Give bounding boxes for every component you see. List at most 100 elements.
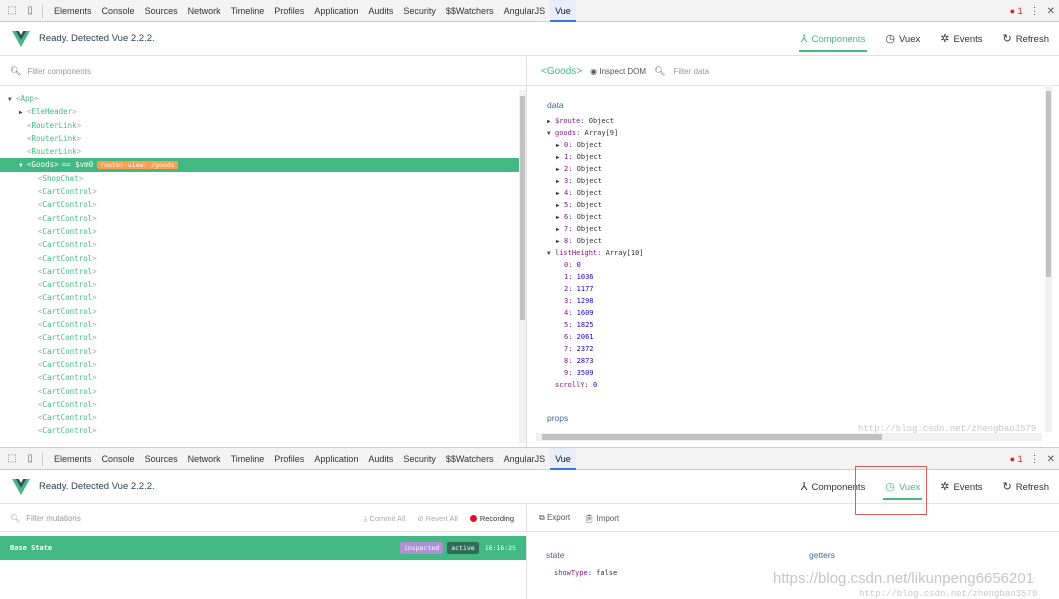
tab-angularjs[interactable]: AngularJS	[499, 0, 551, 22]
tab-vue[interactable]: Vue	[550, 448, 576, 470]
nav-vuex[interactable]: ◷ Vuex	[875, 22, 930, 56]
data-entry[interactable]: ▶ 7: Object	[547, 223, 1059, 235]
tab-profiles[interactable]: Profiles	[269, 448, 309, 470]
nav-events[interactable]: ✲ Events	[930, 22, 992, 56]
tab-console[interactable]: Console	[97, 0, 140, 22]
nav-events[interactable]: ✲ Events	[930, 470, 992, 504]
inspector-hscrollbar[interactable]	[536, 433, 1042, 441]
data-entry[interactable]: ▶ 1: Object	[547, 151, 1059, 163]
data-entry[interactable]: ▼ listHeight: Array[10]	[547, 247, 1059, 259]
tab-network[interactable]: Network	[183, 448, 226, 470]
tree-node[interactable]: <CartControl>	[0, 385, 526, 398]
tab-network[interactable]: Network	[183, 0, 226, 22]
triangle-down-icon[interactable]: ▼	[547, 248, 555, 260]
inspector-hscrollbar-thumb[interactable]	[542, 434, 882, 440]
tab-profiles[interactable]: Profiles	[269, 0, 309, 22]
nav-components[interactable]: ⅄ Components	[791, 22, 876, 56]
tab-sources[interactable]: Sources	[140, 0, 183, 22]
tab-watchers[interactable]: $$Watchers	[441, 0, 499, 22]
data-entry[interactable]: ▶ 0: Object	[547, 139, 1059, 151]
inspector-scrollbar[interactable]	[1045, 85, 1052, 432]
commit-all-button[interactable]: ⤓ Commit All	[364, 514, 405, 524]
data-entry[interactable]: ▶ 3: Object	[547, 175, 1059, 187]
tree-node[interactable]: <CartControl>	[0, 265, 526, 278]
tree-scrollbar[interactable]	[519, 90, 526, 443]
tree-node[interactable]: ▼ <App>	[0, 92, 526, 105]
data-entry[interactable]: ▶ 4: Object	[547, 187, 1059, 199]
tree-node[interactable]: <CartControl>	[0, 331, 526, 344]
tree-scrollbar-thumb[interactable]	[520, 96, 525, 320]
data-entry[interactable]: ▼ goods: Array[9]	[547, 127, 1059, 139]
tree-node[interactable]: <RouterLink>	[0, 132, 526, 145]
tree-node[interactable]: <CartControl>	[0, 411, 526, 424]
more-options-icon[interactable]: ⋮	[1030, 454, 1040, 465]
tree-node[interactable]: ▼ <Goods> == $vm0 router-view: /goods	[0, 158, 526, 172]
close-devtools-icon[interactable]: ✕	[1047, 454, 1055, 465]
tree-node[interactable]: <CartControl>	[0, 225, 526, 238]
tree-node[interactable]: <CartControl>	[0, 398, 526, 411]
tab-console[interactable]: Console	[97, 448, 140, 470]
device-toolbar-icon[interactable]: ▯	[24, 5, 36, 17]
base-state-row[interactable]: Base State inspected active 16:16:25	[0, 536, 526, 560]
tab-sources[interactable]: Sources	[140, 448, 183, 470]
tree-node[interactable]: <CartControl>	[0, 252, 526, 265]
tree-node[interactable]: <CartControl>	[0, 371, 526, 384]
data-filter-input[interactable]: Filter data	[674, 67, 710, 76]
inspector-scrollbar-thumb[interactable]	[1046, 91, 1051, 277]
tree-node[interactable]: <CartControl>	[0, 238, 526, 251]
tree-node[interactable]: <RouterLink>	[0, 145, 526, 158]
data-entry[interactable]: ▶ 5: Object	[547, 199, 1059, 211]
tree-node[interactable]: <CartControl>	[0, 212, 526, 225]
more-options-icon[interactable]: ⋮	[1030, 6, 1040, 17]
nav-refresh[interactable]: ↻ Refresh	[993, 470, 1059, 504]
component-filter-input[interactable]: Filter components	[27, 67, 91, 76]
close-devtools-icon[interactable]: ✕	[1047, 6, 1055, 17]
data-entry[interactable]: ▶ 2: Object	[547, 163, 1059, 175]
triangle-down-icon[interactable]: ▼	[8, 93, 16, 106]
tree-node[interactable]: <CartControl>	[0, 185, 526, 198]
error-count-badge[interactable]: ● 1	[1010, 6, 1023, 16]
tab-audits[interactable]: Audits	[363, 0, 398, 22]
tree-node[interactable]: <CartControl>	[0, 345, 526, 358]
tab-angularjs[interactable]: AngularJS	[499, 448, 551, 470]
triangle-down-icon[interactable]: ▼	[19, 159, 27, 172]
tree-node[interactable]: <CartControl>	[0, 305, 526, 318]
triangle-down-icon[interactable]: ▼	[547, 128, 555, 140]
tab-elements[interactable]: Elements	[49, 448, 97, 470]
data-entry[interactable]: ▶ 8: Object	[547, 235, 1059, 247]
tab-vue[interactable]: Vue	[550, 0, 576, 22]
recording-toggle[interactable]: Recording	[469, 514, 514, 523]
tree-node[interactable]: <CartControl>	[0, 198, 526, 211]
tree-node[interactable]: <CartControl>	[0, 278, 526, 291]
error-count-badge[interactable]: ● 1	[1010, 454, 1023, 464]
tab-security[interactable]: Security	[398, 0, 441, 22]
data-separator: :	[568, 345, 577, 353]
tree-node[interactable]: ▶ <EleHeader>	[0, 105, 526, 118]
import-button[interactable]: 📋︎ Import	[584, 514, 619, 523]
export-button[interactable]: ⧉ Export	[539, 513, 570, 523]
triangle-right-icon[interactable]: ▶	[19, 106, 27, 119]
inspect-element-icon[interactable]: ⬚	[6, 453, 18, 465]
tab-application[interactable]: Application	[309, 0, 363, 22]
tree-node[interactable]: <ShopChat>	[0, 172, 526, 185]
inspect-dom-button[interactable]: ◉ Inspect DOM	[590, 67, 646, 76]
tab-watchers[interactable]: $$Watchers	[441, 448, 499, 470]
tree-node[interactable]: <CartControl>	[0, 318, 526, 331]
tab-timeline[interactable]: Timeline	[226, 448, 270, 470]
tree-node[interactable]: <CartControl>	[0, 291, 526, 304]
tab-audits[interactable]: Audits	[363, 448, 398, 470]
tree-node[interactable]: <CartControl>	[0, 358, 526, 371]
inspect-element-icon[interactable]: ⬚	[6, 5, 18, 17]
nav-refresh[interactable]: ↻ Refresh	[993, 22, 1059, 56]
data-entry[interactable]: ▶ $route: Object	[547, 115, 1059, 127]
tree-node[interactable]: <CartControl>	[0, 424, 526, 437]
tab-application[interactable]: Application	[309, 448, 363, 470]
device-toolbar-icon[interactable]: ▯	[24, 453, 36, 465]
tab-timeline[interactable]: Timeline	[226, 0, 270, 22]
data-entry[interactable]: ▶ 6: Object	[547, 211, 1059, 223]
mutation-filter-input[interactable]: Filter mutations	[26, 514, 81, 523]
tab-security[interactable]: Security	[398, 448, 441, 470]
tab-elements[interactable]: Elements	[49, 0, 97, 22]
tree-node[interactable]: <RouterLink>	[0, 119, 526, 132]
revert-all-button[interactable]: ⊘ Revert All	[417, 514, 458, 523]
